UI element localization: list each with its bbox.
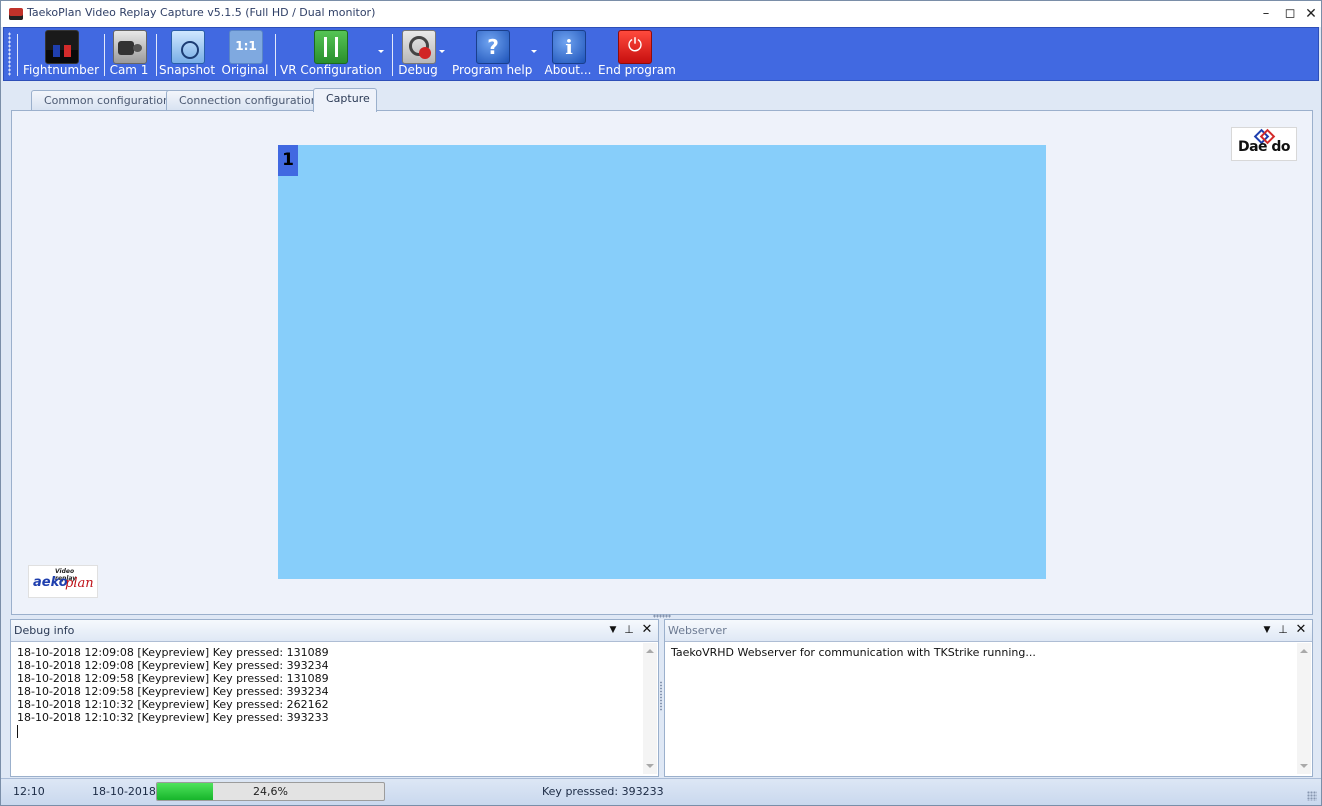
log-line: TaekoVRHD Webserver for communication wi… bbox=[671, 646, 1036, 659]
debug-log[interactable]: 18-10-2018 12:09:08 [Keypreview] Key pre… bbox=[12, 643, 642, 774]
webserver-scrollbar[interactable] bbox=[1297, 643, 1311, 774]
app-icon[interactable] bbox=[9, 8, 23, 20]
app-window: TaekoPlan Video Replay Capture v5.1.5 (F… bbox=[0, 0, 1322, 806]
video-preview[interactable]: 1 bbox=[278, 145, 1046, 579]
fightnumber-button[interactable]: Fightnumber bbox=[22, 28, 100, 80]
minimize-button[interactable]: – bbox=[1255, 5, 1277, 23]
ratio-1-1-icon: 1:1 bbox=[229, 30, 263, 64]
scroll-up-icon[interactable] bbox=[646, 649, 654, 653]
camera-number-badge: 1 bbox=[278, 145, 298, 176]
title-bar[interactable]: TaekoPlan Video Replay Capture v5.1.5 (F… bbox=[1, 1, 1321, 27]
status-last-key: Key presssed: 393233 bbox=[542, 785, 664, 798]
taekoplan-logo: Video replay aeko plan bbox=[28, 565, 98, 598]
debug-button[interactable]: Debug bbox=[396, 28, 440, 80]
log-line: 18-10-2018 12:09:58 [Keypreview] Key pre… bbox=[17, 672, 329, 685]
tab-common-configuration[interactable]: Common configuration bbox=[31, 90, 178, 111]
vr-configuration-dropdown-icon[interactable] bbox=[378, 50, 384, 53]
about-label: About... bbox=[544, 63, 592, 77]
close-icon[interactable]: ✕ bbox=[640, 623, 654, 637]
fightnumber-label: Fightnumber bbox=[22, 63, 100, 77]
debug-info-panel: Debug info ▼ ⊥ ✕ 18-10-2018 12:09:08 [Ke… bbox=[10, 619, 659, 777]
capture-panel: 1 Dae do Video replay aeko plan bbox=[11, 110, 1313, 615]
program-help-label: Program help bbox=[452, 63, 533, 77]
tab-connection-configuration[interactable]: Connection configuration bbox=[166, 90, 325, 111]
cam-button[interactable]: Cam 1 bbox=[108, 28, 150, 80]
scroll-down-icon[interactable] bbox=[1300, 764, 1308, 768]
daedo-logo: Dae do bbox=[1231, 127, 1297, 161]
toolbar-separator bbox=[104, 34, 105, 76]
log-line: 18-10-2018 12:10:32 [Keypreview] Key pre… bbox=[17, 698, 329, 711]
status-time: 12:10 bbox=[13, 785, 45, 798]
vr-configuration-button[interactable]: VR Configuration bbox=[280, 28, 382, 80]
end-program-button[interactable]: ⏻ End program bbox=[598, 28, 676, 80]
tools-icon bbox=[314, 30, 348, 64]
taekoplan-word-1: aeko bbox=[33, 575, 68, 590]
status-date: 18-10-2018 bbox=[92, 785, 156, 798]
window-title: TaekoPlan Video Replay Capture v5.1.5 (F… bbox=[27, 6, 376, 19]
debug-label: Debug bbox=[398, 63, 438, 77]
vr-configuration-label: VR Configuration bbox=[280, 63, 382, 77]
snapshot-camera-icon bbox=[171, 30, 205, 64]
webserver-panel: Webserver ▼ ⊥ ✕ TaekoVRHD Webserver for … bbox=[664, 619, 1313, 777]
resize-grip[interactable] bbox=[1307, 791, 1317, 801]
debug-panel-header: Debug info ▼ ⊥ ✕ bbox=[11, 620, 658, 642]
snapshot-label: Snapshot bbox=[159, 63, 216, 77]
help-icon: ? bbox=[476, 30, 510, 64]
debug-magnifier-icon bbox=[402, 30, 436, 64]
toolbar-separator bbox=[392, 34, 393, 76]
pin-icon[interactable]: ⊥ bbox=[1276, 623, 1290, 637]
info-icon: i bbox=[552, 30, 586, 64]
toolbar-separator bbox=[275, 34, 276, 76]
debug-panel-title: Debug info bbox=[14, 624, 75, 637]
program-help-button[interactable]: ? Program help bbox=[452, 28, 532, 80]
snapshot-button[interactable]: Snapshot bbox=[159, 28, 215, 80]
progress-bar: 24,6% bbox=[156, 782, 385, 801]
daedo-logo-text: Dae do bbox=[1237, 139, 1291, 155]
cam-label: Cam 1 bbox=[109, 63, 149, 77]
progress-text: 24,6% bbox=[253, 785, 288, 798]
debug-dropdown-icon[interactable] bbox=[439, 50, 445, 53]
log-line: 18-10-2018 12:09:58 [Keypreview] Key pre… bbox=[17, 685, 329, 698]
log-line: 18-10-2018 12:10:32 [Keypreview] Key pre… bbox=[17, 711, 329, 724]
original-button[interactable]: 1:1 Original bbox=[220, 28, 270, 80]
close-button[interactable]: ✕ bbox=[1300, 5, 1322, 23]
webserver-log[interactable]: TaekoVRHD Webserver for communication wi… bbox=[666, 643, 1296, 774]
toolbar-grip[interactable] bbox=[8, 32, 11, 76]
log-line: 18-10-2018 12:09:08 [Keypreview] Key pre… bbox=[17, 659, 329, 672]
horizontal-splitter[interactable] bbox=[653, 614, 671, 618]
pin-icon[interactable]: ⊥ bbox=[622, 623, 636, 637]
tab-strip: Common configuration Connection configur… bbox=[11, 87, 1311, 112]
log-line: 18-10-2018 12:09:08 [Keypreview] Key pre… bbox=[17, 646, 329, 659]
about-button[interactable]: i About... bbox=[544, 28, 592, 80]
taekoplan-word-2: plan bbox=[65, 576, 94, 591]
close-icon[interactable]: ✕ bbox=[1294, 623, 1308, 637]
vertical-splitter[interactable] bbox=[659, 681, 663, 711]
tab-capture[interactable]: Capture bbox=[313, 88, 377, 112]
panel-menu-icon[interactable]: ▼ bbox=[606, 623, 620, 637]
panel-menu-icon[interactable]: ▼ bbox=[1260, 623, 1274, 637]
webserver-panel-header: Webserver ▼ ⊥ ✕ bbox=[665, 620, 1312, 642]
text-caret bbox=[17, 725, 18, 738]
scroll-up-icon[interactable] bbox=[1300, 649, 1308, 653]
scoreboard-icon bbox=[45, 30, 79, 64]
maximize-button[interactable]: ◻ bbox=[1279, 5, 1301, 23]
end-program-label: End program bbox=[598, 63, 676, 77]
webserver-panel-title: Webserver bbox=[668, 624, 727, 637]
original-label: Original bbox=[221, 63, 269, 77]
program-help-dropdown-icon[interactable] bbox=[531, 50, 537, 53]
debug-scrollbar[interactable] bbox=[643, 643, 657, 774]
main-toolbar: Fightnumber Cam 1 Snapshot 1:1 Original … bbox=[3, 27, 1319, 81]
toolbar-separator bbox=[156, 34, 157, 76]
camera-icon bbox=[113, 30, 147, 64]
status-bar: 12:10 18-10-2018 24,6% Key presssed: 393… bbox=[1, 778, 1321, 805]
scroll-down-icon[interactable] bbox=[646, 764, 654, 768]
power-icon: ⏻ bbox=[618, 30, 652, 64]
toolbar-separator bbox=[17, 34, 18, 76]
